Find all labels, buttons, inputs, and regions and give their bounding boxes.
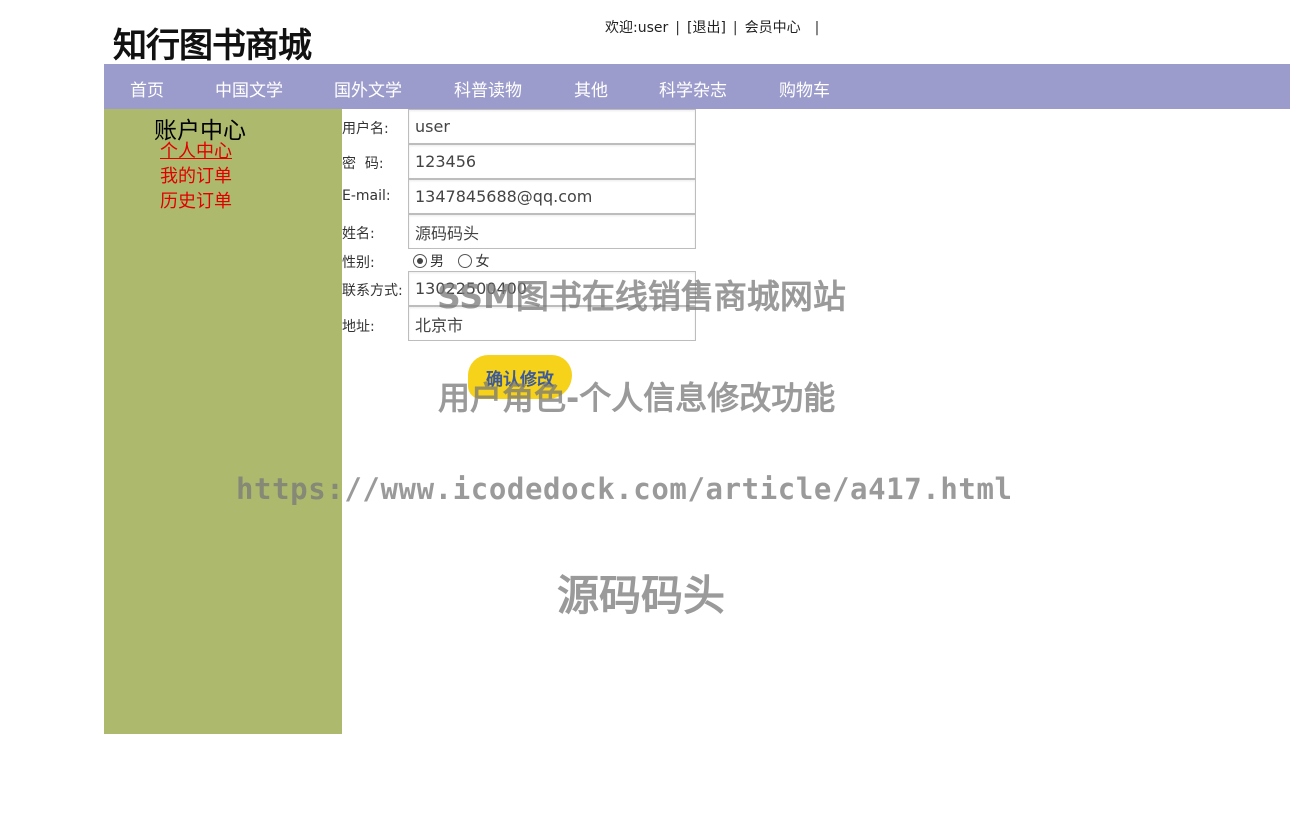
name-label: 姓名:: [342, 226, 375, 242]
member-center-link[interactable]: 会员中心: [745, 20, 801, 36]
email-input[interactable]: [408, 179, 696, 214]
nav-item-science-magazine[interactable]: 科学杂志: [659, 76, 727, 101]
sidebar-item-personal-center[interactable]: 个人中心: [160, 137, 232, 163]
watermark-url: https://www.icodedock.com/article/a417.h…: [236, 472, 1013, 506]
name-input[interactable]: [408, 214, 696, 249]
logout-link[interactable]: [退出]: [687, 20, 726, 36]
nav-item-cart[interactable]: 购物车: [779, 76, 830, 101]
username-label: 用户名:: [342, 121, 389, 137]
gender-label: 性别:: [342, 255, 375, 271]
password-input[interactable]: [408, 144, 696, 179]
sidebar-item-my-orders[interactable]: 我的订单: [160, 162, 232, 188]
separator: |: [814, 20, 820, 36]
confirm-modify-button[interactable]: 确认修改: [468, 355, 572, 399]
nav-item-foreign-literature[interactable]: 国外文学: [334, 76, 402, 101]
sidebar-item-order-history[interactable]: 历史订单: [160, 187, 232, 213]
phone-input[interactable]: [408, 271, 696, 306]
nav-item-home[interactable]: 首页: [130, 76, 164, 101]
gender-female-label: 女: [475, 254, 490, 270]
gender-female-radio[interactable]: [458, 254, 473, 268]
gender-radio-group: 男 女: [413, 251, 499, 271]
email-label: E-mail:: [342, 188, 391, 204]
watermark-brand: 源码码头: [557, 571, 726, 620]
nav-item-popular-science[interactable]: 科普读物: [454, 76, 522, 101]
nav-item-chinese-literature[interactable]: 中国文学: [215, 76, 283, 101]
separator: |: [732, 20, 738, 36]
user-topbar: 欢迎:user | [退出] | 会员中心 |: [605, 17, 826, 37]
address-label: 地址:: [342, 319, 375, 335]
gender-male-label: 男: [430, 254, 444, 270]
password-label: 密 码:: [342, 156, 384, 172]
main-nav: 首页 中国文学 国外文学 科普读物 其他 科学杂志 购物车: [104, 64, 1290, 109]
separator: |: [675, 20, 680, 36]
phone-label: 联系方式:: [342, 283, 403, 299]
welcome-text: 欢迎:user: [605, 20, 669, 36]
site-logo: 知行图书商城: [113, 26, 312, 66]
address-input[interactable]: [408, 306, 696, 341]
account-sidebar: 账户中心 个人中心 我的订单 历史订单: [104, 109, 342, 734]
gender-male-radio[interactable]: [413, 254, 427, 268]
username-input[interactable]: [408, 109, 696, 144]
nav-item-other[interactable]: 其他: [574, 76, 608, 101]
